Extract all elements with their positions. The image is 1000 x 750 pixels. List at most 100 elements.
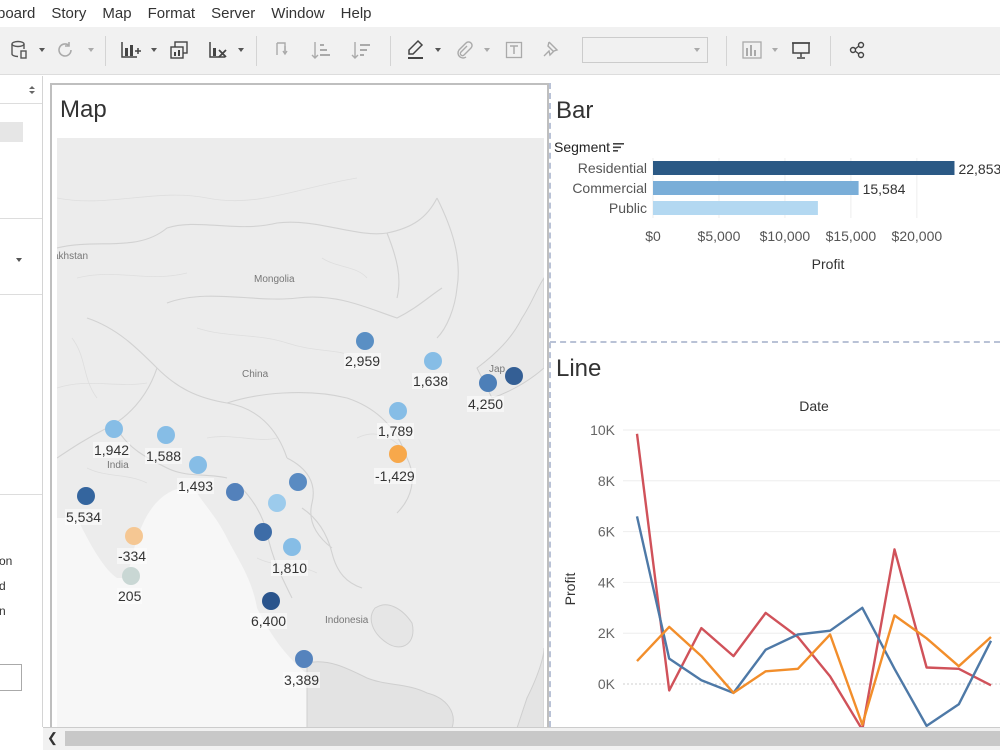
map-point[interactable] [424, 352, 442, 370]
menu-server[interactable]: Server [203, 5, 263, 22]
menu-dashboard[interactable]: board [0, 5, 43, 22]
toolbar-separator [830, 36, 831, 66]
line-y-tick-label: 6K [598, 524, 616, 540]
map-point-label: -1,429 [374, 468, 416, 484]
toolbar [0, 27, 1000, 75]
show-me-icon[interactable] [741, 37, 763, 63]
line-series [635, 516, 993, 727]
show-me-dropdown-icon[interactable] [772, 48, 778, 52]
map-point[interactable] [254, 523, 272, 541]
line-series [635, 433, 992, 727]
bar-category-label: Residential [578, 160, 647, 176]
map-point-label: 1,789 [377, 423, 415, 439]
highlight-icon[interactable] [405, 37, 427, 63]
line-y-tick-label: 8K [598, 473, 616, 489]
map-point[interactable] [226, 483, 244, 501]
datasource-icon[interactable] [8, 37, 30, 63]
selected-item[interactable] [0, 122, 23, 142]
menu-map[interactable]: Map [94, 5, 139, 22]
map-point[interactable] [295, 650, 313, 668]
chevron-down-icon [694, 48, 700, 52]
share-icon[interactable] [846, 37, 868, 63]
map-title: Map [60, 96, 107, 123]
show-labels-icon[interactable] [503, 37, 525, 63]
scrollbar-thumb[interactable] [65, 731, 1000, 746]
map-point[interactable] [505, 367, 523, 385]
bar-category-label: Public [609, 200, 647, 216]
sort-ascending-icon[interactable] [310, 37, 332, 63]
menu-story[interactable]: Story [43, 5, 94, 22]
bar-mark [653, 161, 955, 175]
toolbar-separator [105, 36, 106, 66]
bar-mark [653, 181, 859, 195]
chevron-down-icon[interactable] [16, 258, 22, 262]
map-point[interactable] [189, 456, 207, 474]
map-zone: Map khstan Mongolia China India Indonesi… [50, 83, 549, 728]
map-point[interactable] [157, 426, 175, 444]
line-y-tick-label: 10K [590, 422, 616, 438]
map-place-label: Indonesia [325, 615, 369, 626]
horizontal-scrollbar[interactable]: ❮ [43, 727, 1000, 750]
menu-format[interactable]: Format [140, 5, 204, 22]
toolbar-separator [256, 36, 257, 66]
menu-window[interactable]: Window [263, 5, 332, 22]
line-y-tick-label: 2K [598, 625, 616, 641]
map-point[interactable] [389, 402, 407, 420]
map-point[interactable] [479, 374, 497, 392]
bar-chart[interactable]: Residential 22,853 Commercial 15,584 Public $… [551, 83, 1000, 340]
datasource-dropdown-icon[interactable] [39, 48, 45, 52]
highlight-dropdown-icon[interactable] [435, 48, 441, 52]
map-point[interactable] [125, 527, 143, 545]
clear-sheet-icon[interactable] [206, 37, 230, 63]
bar-x-tick-label: $5,000 [698, 228, 741, 244]
map-point[interactable] [122, 567, 140, 585]
refresh-dropdown-icon[interactable] [88, 48, 94, 52]
map-point-label: 1,493 [177, 478, 215, 494]
sort-arrows-icon[interactable] [28, 85, 36, 95]
new-worksheet-icon[interactable] [118, 37, 142, 63]
map-point[interactable] [268, 494, 286, 512]
map-point[interactable] [283, 538, 301, 556]
map-point[interactable] [356, 332, 374, 350]
bar-zone: Bar Segment Residential 22,853 Commercial 1… [551, 83, 1000, 340]
map-point-label: 5,534 [65, 509, 103, 525]
duplicate-sheet-icon[interactable] [168, 37, 190, 63]
left-panel-header [0, 76, 42, 104]
menu-help[interactable]: Help [333, 5, 380, 22]
map-point[interactable] [389, 445, 407, 463]
left-panel-text: n [0, 604, 6, 618]
map-place-label: Jap [489, 364, 506, 375]
map-point[interactable] [77, 487, 95, 505]
line-zone: Line Date 0K 2K 4K 6K 8K 10K Profit [551, 343, 1000, 727]
bar-value-label: 15,584 [863, 181, 906, 197]
fix-axes-pin-icon[interactable] [540, 37, 562, 63]
presentation-mode-icon[interactable] [790, 37, 812, 63]
toolbar-separator [390, 36, 391, 66]
divider [0, 494, 42, 495]
left-panel: on d n [0, 76, 43, 727]
map-point[interactable] [105, 420, 123, 438]
left-panel-input[interactable] [0, 664, 22, 691]
line-chart[interactable]: Date 0K 2K 4K 6K 8K 10K Profit [551, 343, 1000, 727]
line-x-axis-title: Date [799, 398, 829, 414]
map-place-label: China [242, 369, 269, 380]
bar-x-tick-label: $20,000 [892, 228, 943, 244]
swap-rows-columns-icon[interactable] [272, 37, 294, 63]
fit-size-dropdown[interactable] [582, 37, 708, 63]
map-place-label: India [107, 460, 129, 471]
refresh-icon[interactable] [54, 37, 76, 63]
sort-descending-icon[interactable] [350, 37, 372, 63]
map-place-label: akhstan [57, 251, 89, 262]
group-members-icon[interactable] [452, 37, 474, 63]
clear-sheet-dropdown-icon[interactable] [238, 48, 244, 52]
group-dropdown-icon[interactable] [484, 48, 490, 52]
new-worksheet-dropdown-icon[interactable] [151, 48, 157, 52]
scroll-left-icon[interactable]: ❮ [47, 730, 58, 746]
map-canvas[interactable]: akhstan Mongolia China India Indonesia J… [57, 138, 544, 728]
map-point[interactable] [262, 592, 280, 610]
line-y-axis-title: Profit [562, 573, 578, 606]
map-point[interactable] [289, 473, 307, 491]
bar-category-label: Commercial [572, 180, 647, 196]
bar-x-tick-label: $0 [645, 228, 661, 244]
left-panel-text: on [0, 554, 13, 568]
